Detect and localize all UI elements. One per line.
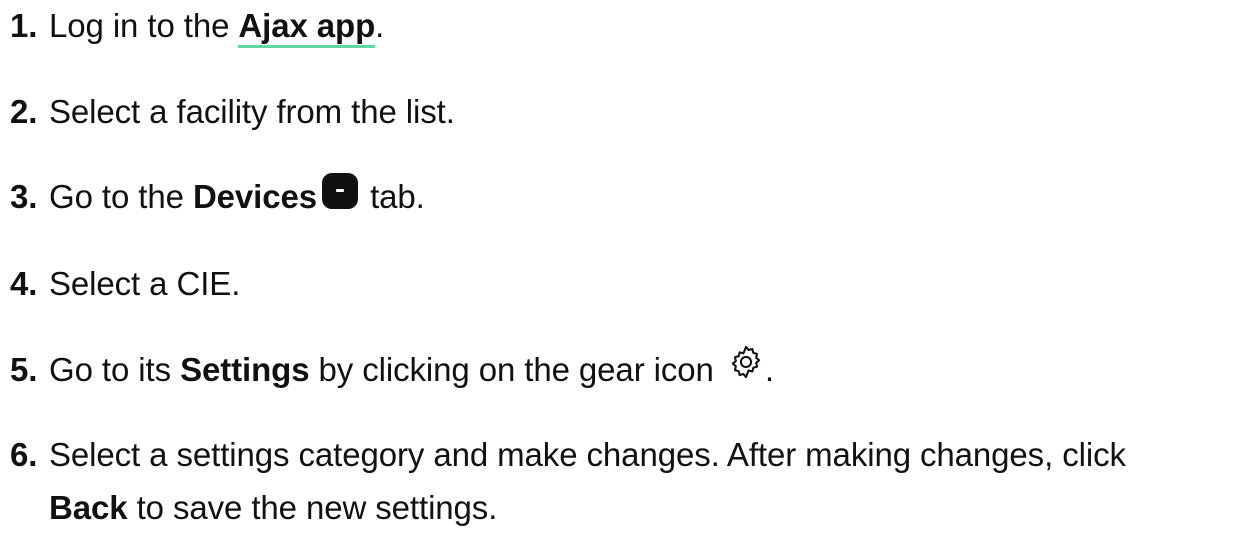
devices-icon <box>321 172 359 210</box>
step-text: Select a facility from the list. <box>49 93 455 130</box>
gear-icon <box>727 343 765 381</box>
step-6: 6. Select a settings category and make ch… <box>10 429 1126 481</box>
step-3: 3. Go to the Devices tab. <box>10 171 425 223</box>
step-6-continuation: Back to save the new settings. <box>10 482 497 534</box>
step-text-line-2: to save the new settings. <box>127 489 498 526</box>
step-number: 1. <box>10 7 38 44</box>
step-text-line-1: Select a settings category and make chan… <box>49 436 1126 473</box>
devices-label: Devices <box>192 178 318 215</box>
step-text: Go to its <box>49 351 181 388</box>
step-text: Select a CIE. <box>49 265 241 302</box>
step-text-end: . <box>375 7 385 44</box>
step-2: 2. Select a facility from the list. <box>10 86 455 138</box>
step-text-end: . <box>764 351 774 388</box>
step-4: 4. Select a CIE. <box>10 258 240 310</box>
step-1: 1. Log in to the Ajax app. <box>10 0 384 52</box>
settings-label: Settings <box>180 351 310 388</box>
step-text-end: tab. <box>361 178 425 215</box>
step-text: Log in to the <box>49 7 239 44</box>
back-label: Back <box>49 489 128 526</box>
step-number: 6. <box>10 436 38 473</box>
step-5: 5. Go to its Settings by clicking on the … <box>10 343 774 396</box>
step-text: Go to the <box>49 178 193 215</box>
step-number: 3. <box>10 178 38 215</box>
step-text-middle: by clicking on the gear icon <box>309 351 723 388</box>
step-number: 5. <box>10 351 38 388</box>
step-number: 2. <box>10 93 38 130</box>
step-number: 4. <box>10 265 38 302</box>
ajax-app-link[interactable]: Ajax app <box>238 7 375 48</box>
